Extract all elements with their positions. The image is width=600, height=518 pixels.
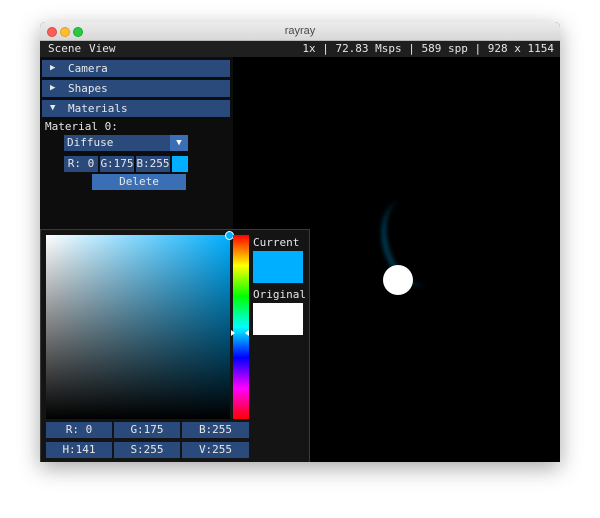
combo-arrow-button[interactable]: ▼	[170, 135, 188, 151]
color-picker-popup: Current Original R: 0 G:175 B:255 H:141 …	[40, 229, 310, 462]
g-field[interactable]: G:175	[100, 156, 134, 172]
header-camera[interactable]: ▶ Camera	[42, 60, 230, 77]
hue-marker-right[interactable]	[245, 330, 249, 336]
material-label: Material 0:	[45, 120, 118, 133]
picker-v-field[interactable]: V:255	[182, 442, 249, 458]
header-shapes[interactable]: ▶ Shapes	[42, 80, 230, 97]
menu-scene[interactable]: Scene	[48, 41, 81, 57]
picker-g-field[interactable]: G:175	[114, 422, 180, 438]
render-stats: 1x | 72.83 Msps | 589 spp | 928 x 1154	[302, 42, 554, 55]
title-bar[interactable]: rayray	[40, 22, 560, 41]
triangle-down-icon: ▼	[50, 103, 56, 113]
hue-bar[interactable]	[233, 235, 249, 419]
saturation-value-square[interactable]	[46, 235, 230, 419]
triangle-right-icon: ▶	[50, 63, 56, 73]
current-label: Current	[253, 236, 300, 249]
triangle-right-icon: ▶	[50, 83, 56, 93]
original-label: Original	[253, 288, 306, 301]
menu-bar: Scene View 1x | 72.83 Msps | 589 spp | 9…	[40, 41, 560, 57]
rendered-sphere	[383, 265, 413, 295]
header-label: Materials	[68, 102, 128, 115]
header-label: Camera	[68, 62, 108, 75]
header-materials[interactable]: ▼ Materials	[42, 100, 230, 117]
picker-r-field[interactable]: R: 0	[46, 422, 112, 438]
material-type-value: Diffuse	[67, 136, 114, 149]
r-field[interactable]: R: 0	[64, 156, 98, 172]
delete-button[interactable]: Delete	[92, 174, 186, 190]
color-swatch-button[interactable]	[172, 156, 188, 172]
app-window: rayray Scene View 1x | 72.83 Msps | 589 …	[40, 22, 560, 462]
hue-marker-left[interactable]	[231, 330, 235, 336]
picker-b-field[interactable]: B:255	[182, 422, 249, 438]
current-color-swatch	[253, 251, 303, 283]
menu-view[interactable]: View	[89, 41, 116, 57]
b-field[interactable]: B:255	[136, 156, 170, 172]
picker-h-field[interactable]: H:141	[46, 442, 112, 458]
header-label: Shapes	[68, 82, 108, 95]
picker-s-field[interactable]: S:255	[114, 442, 180, 458]
window-title: rayray	[284, 25, 316, 37]
triangle-down-icon: ▼	[176, 138, 182, 148]
original-color-swatch[interactable]	[253, 303, 303, 335]
settings-panel: ▶ Camera ▶ Shapes ▼ Materials Material 0…	[40, 57, 310, 462]
